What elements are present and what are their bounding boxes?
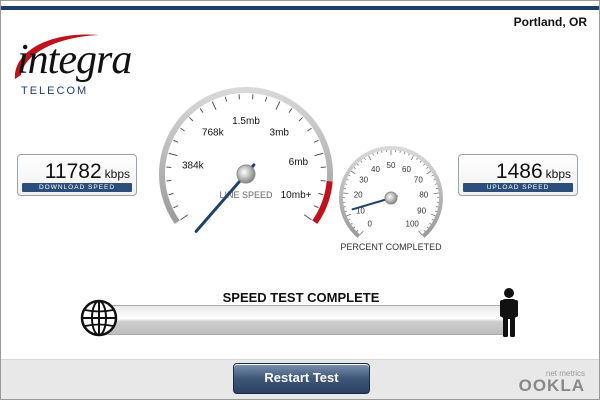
line-speed-tick-mark: [318, 192, 324, 196]
percent-tick-mark: [346, 179, 349, 181]
line-speed-tick-mark: [168, 152, 178, 157]
percent-tick-mark: [430, 213, 436, 217]
percent-tick-label: 20: [354, 191, 363, 200]
percent-tick-mark: [418, 230, 423, 235]
percent-tick-mark: [343, 192, 349, 194]
percent-caption: PERCENT COMPLETED: [340, 242, 442, 252]
percent-tick-mark: [359, 230, 364, 235]
percent-tick-mark: [429, 222, 432, 225]
percent-tick-mark: [431, 174, 434, 177]
line-speed-tick-label: 384k: [182, 161, 205, 172]
line-speed-redline: [312, 180, 333, 224]
line-speed-hub: [236, 164, 256, 184]
line-speed-tick-mark: [173, 205, 179, 209]
percent-tick-label: 30: [359, 176, 368, 185]
line-speed-tick-mark: [264, 96, 268, 102]
percent-tick-mark: [360, 160, 363, 163]
percent-hub: [384, 191, 398, 205]
percent-tick-mark: [419, 160, 422, 163]
line-speed-tick-mark: [180, 214, 189, 221]
person-icon: [500, 288, 518, 337]
percent-tick-mark: [433, 179, 436, 181]
percent-tick-mark: [356, 229, 359, 232]
restart-test-button[interactable]: Restart Test: [233, 363, 370, 394]
percent-tick-mark: [348, 219, 351, 221]
percent-tick-label: 100: [406, 219, 420, 228]
percent-tick-label: 80: [419, 191, 428, 200]
percent-tick-label: 50: [387, 161, 396, 170]
percent-tick-mark: [423, 229, 426, 232]
line-speed-tick-label: 6mb: [289, 157, 309, 168]
percent-tick-label: 60: [402, 165, 411, 174]
percent-tick-mark: [346, 213, 352, 217]
line-speed-tick-mark: [211, 101, 217, 110]
percent-tick-mark: [410, 155, 414, 161]
percent-tick-mark: [434, 183, 437, 185]
percent-tick-mark: [356, 163, 359, 166]
line-speed-tick-mark: [180, 127, 185, 132]
percent-tick-mark: [431, 219, 434, 221]
ookla-brand: net metrics OOKLA: [511, 369, 591, 397]
percent-tick-mark: [433, 192, 439, 194]
percent-tick-mark: [416, 157, 418, 160]
line-speed-tick-label: 10mb+: [281, 190, 312, 201]
percent-tick-mark: [353, 226, 356, 229]
line-speed-tick-mark: [298, 117, 303, 122]
percent-tick-mark: [403, 151, 406, 155]
line-speed-tick-mark: [314, 152, 324, 157]
line-speed-tick-mark: [224, 96, 228, 102]
percent-tick-mark: [350, 222, 353, 225]
percent-tick-label: 40: [371, 165, 380, 174]
percent-tick-mark: [426, 226, 429, 229]
line-speed-gauge: 384k768k1.5mb3mb6mb10mb+ LINE SPEED: [159, 87, 333, 233]
line-speed-tick-mark: [275, 101, 281, 110]
line-speed-tick-mark: [168, 192, 174, 196]
percent-tick-mark: [348, 174, 351, 177]
percent-tick-mark: [408, 153, 410, 156]
percent-tick-mark: [344, 210, 347, 212]
percent-tick-mark: [364, 157, 366, 160]
gauges: 384k768k1.5mb3mb6mb10mb+ LINE SPEED 0102…: [159, 87, 443, 252]
line-speed-tick-mark: [199, 108, 204, 113]
percent-tick-mark: [435, 210, 438, 212]
line-speed-tick-label: 768k: [202, 127, 225, 138]
percent-tick-mark: [345, 183, 348, 185]
line-speed-tick-label: 3mb: [270, 127, 290, 138]
line-speed-tick-mark: [288, 108, 293, 113]
line-speed-tick-mark: [173, 139, 179, 143]
percent-tick-label: 0: [368, 219, 373, 228]
line-speed-tick-mark: [313, 139, 319, 143]
percent-tick-mark: [423, 163, 426, 166]
percent-tick-mark: [368, 155, 372, 161]
percent-gauge: 010203040 50 60708090100 PERCENT COMPLETED: [339, 146, 443, 252]
percent-tick-mark: [376, 151, 379, 155]
globe-icon: [80, 299, 118, 337]
percent-tick-label: 70: [414, 176, 423, 185]
line-speed-tick-mark: [189, 117, 194, 122]
brand-word: OOKLA: [518, 376, 585, 395]
percent-tick-mark: [426, 170, 431, 175]
speedtest-window: Portland, OR integra TELECOM 11782 kbps D…: [0, 0, 600, 400]
percent-tick-mark: [353, 167, 356, 169]
line-speed-tick-mark: [307, 127, 312, 132]
progress-track: [97, 305, 507, 335]
percent-tick-mark: [351, 170, 356, 175]
line-speed-tick-mark: [303, 214, 312, 221]
percent-tick-label: 90: [417, 206, 426, 215]
percent-tick-mark: [426, 167, 429, 169]
percent-tick-mark: [372, 153, 374, 156]
line-speed-tick-mark: [313, 205, 319, 209]
line-speed-tick-label: 1.5mb: [232, 116, 260, 127]
